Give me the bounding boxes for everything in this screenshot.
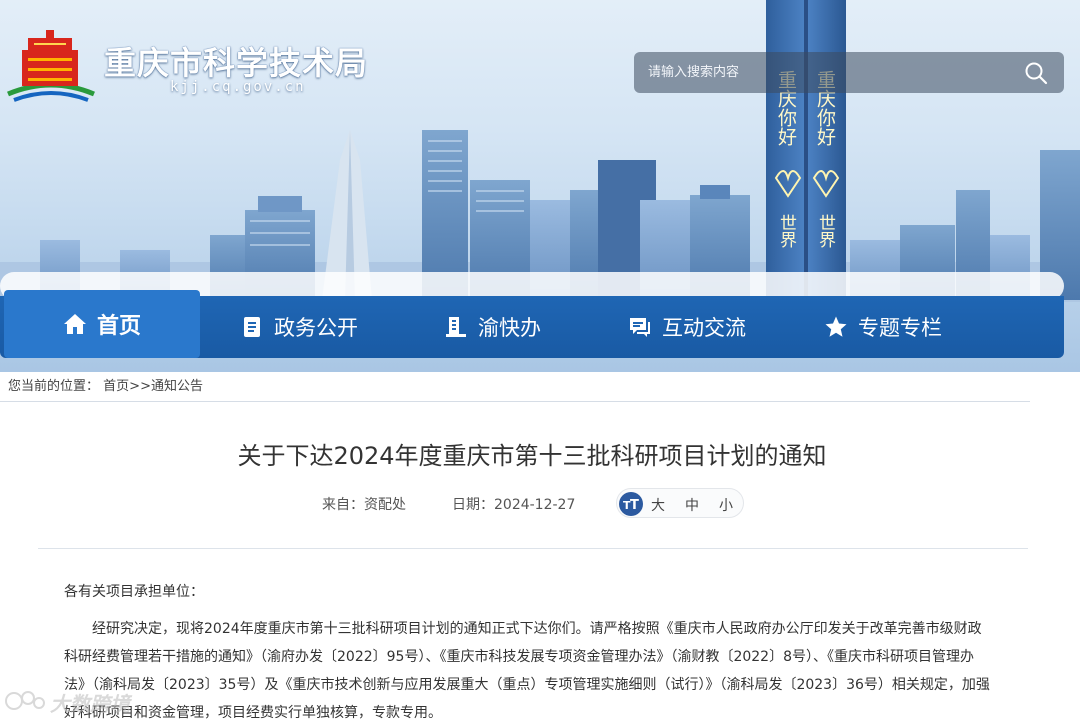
search-box xyxy=(634,52,1064,93)
nav-item-special-topics[interactable]: 专题专栏 xyxy=(824,296,942,358)
font-size-icon: T T xyxy=(619,492,643,516)
svg-text:T: T xyxy=(630,498,639,513)
article-source: 来自：资配处 xyxy=(322,497,406,513)
font-size-small-button[interactable]: 小 xyxy=(719,495,733,515)
article-paragraph: 经研究决定，现将2024年度重庆市第十三批科研项目计划的通知正式下达你们。请严格… xyxy=(64,621,990,721)
search-icon[interactable] xyxy=(1024,61,1048,85)
font-size-control: T T 大 中 小 xyxy=(616,488,744,518)
chat-icon xyxy=(630,318,650,337)
site-title[interactable]: 重庆市科学技术局 xyxy=(104,38,368,84)
watermark-text: 大数跨境 xyxy=(50,692,130,716)
nav-item-gov-affairs[interactable]: 政务公开 xyxy=(240,296,358,358)
breadcrumb-home-link[interactable]: 首页 xyxy=(103,379,129,394)
breadcrumb-separator: >> xyxy=(129,379,151,394)
watermark-logo-icon xyxy=(5,691,45,710)
nav-label-gov-affairs: 政务公开 xyxy=(274,316,358,340)
font-size-large-button[interactable]: 大 xyxy=(651,495,665,515)
site-logo[interactable] xyxy=(6,30,96,102)
article-title: 关于下达2024年度重庆市第十三批科研项目计划的通知 xyxy=(237,442,827,470)
watermark: 大数跨境 xyxy=(4,686,154,716)
search-input[interactable] xyxy=(634,52,1014,93)
main-nav: 首页 政务公开 渝快办 互动交流 专题专栏 xyxy=(0,290,1064,358)
font-size-medium-button[interactable]: 中 xyxy=(685,495,699,515)
star-icon xyxy=(825,316,847,337)
article-date: 日期：2024-12-27 xyxy=(452,497,576,513)
nav-item-interaction[interactable]: 互动交流 xyxy=(628,296,746,358)
breadcrumb-current-link[interactable]: 通知公告 xyxy=(151,379,203,394)
nav-label-home: 首页 xyxy=(96,314,141,339)
nav-label-special-topics: 专题专栏 xyxy=(858,316,942,340)
article-divider xyxy=(38,548,1028,549)
nav-label-interaction: 互动交流 xyxy=(662,316,746,340)
article-body: 各有关项目承担单位： 经研究决定，现将2024年度重庆市第十三批科研项目计划的通… xyxy=(64,578,994,723)
tower-world-right: 世界 xyxy=(815,214,836,248)
site-domain: kjj.cq.gov.cn xyxy=(170,79,306,95)
nav-label-yukuaiban: 渝快办 xyxy=(478,316,541,340)
article-meta: 来自：资配处 日期：2024-12-27 T T 大 中 小 xyxy=(0,488,1064,518)
home-icon xyxy=(63,314,86,334)
breadcrumb: 您当前的位置： 首页>>通知公告 xyxy=(0,372,1030,402)
tower-world-left: 世界 xyxy=(776,214,797,248)
nav-item-home[interactable]: 首页 xyxy=(4,290,200,358)
document-icon xyxy=(244,317,260,337)
breadcrumb-prefix: 您当前的位置： xyxy=(8,379,100,394)
nav-item-yukuaiban[interactable]: 渝快办 xyxy=(444,296,541,358)
building-icon xyxy=(446,317,466,337)
article-salutation: 各有关项目承担单位： xyxy=(64,584,204,600)
